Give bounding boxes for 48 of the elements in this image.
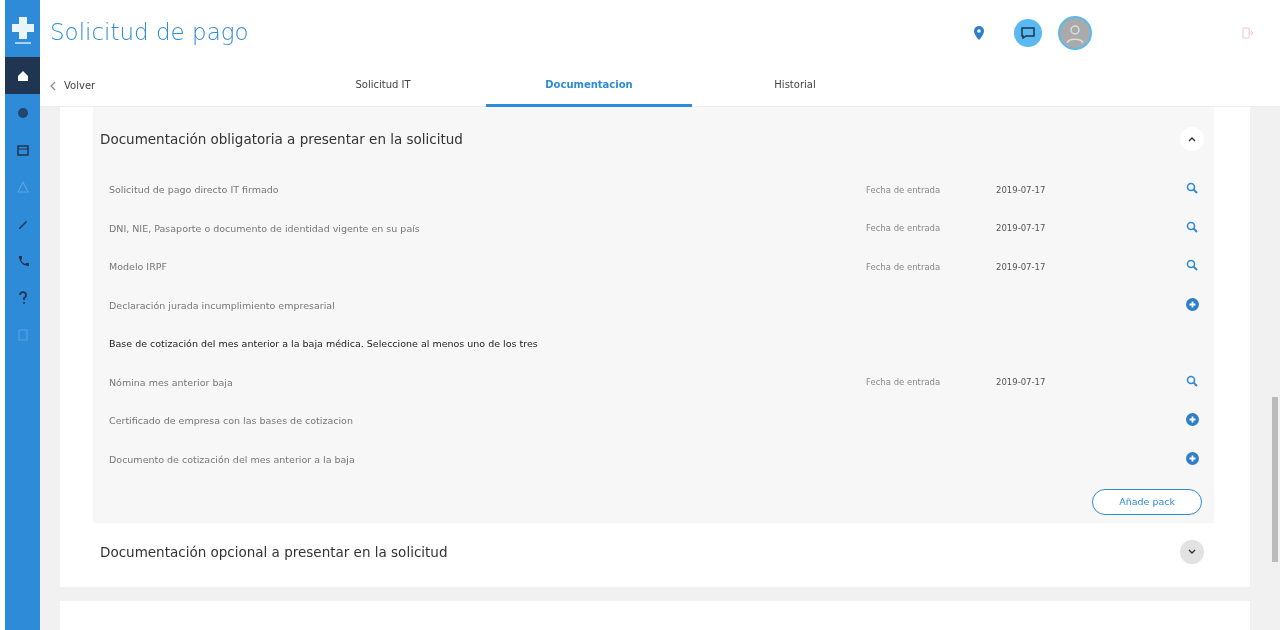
collapse-toggle[interactable] — [1180, 540, 1204, 565]
document-name: DNI, NIE, Pasaporte o documento de identidad vigente en su país — [109, 221, 421, 236]
plus-circle-icon — [1186, 451, 1199, 465]
chat-button[interactable] — [1014, 18, 1042, 47]
date-label: Fecha de entrada — [866, 183, 942, 197]
document-name: Modelo IRPF — [109, 260, 168, 275]
search-icon — [1186, 259, 1198, 272]
entry-date: 2019-07-17 — [996, 260, 1047, 274]
entry-date: 2019-07-17 — [996, 376, 1047, 390]
calendar-icon — [15, 142, 30, 157]
entry-date: 2019-07-17 — [996, 222, 1047, 236]
chat-icon — [1021, 26, 1035, 39]
back-link[interactable]: Volver — [50, 78, 280, 93]
door-icon — [15, 327, 30, 342]
chevron-up-icon — [1188, 136, 1196, 142]
cross-logo-icon — [11, 17, 34, 45]
date-label: Fecha de entrada — [866, 376, 942, 390]
page-title: Solicitud de pago — [50, 18, 250, 48]
home-icon — [15, 68, 30, 83]
add-button[interactable] — [1186, 297, 1202, 314]
document-name: Documento de cotización del mes anterior a la baja — [109, 452, 356, 467]
document-name: Declaración jurada incumplimiento empresarial — [109, 298, 336, 313]
document-name: Nómina mes anterior baja — [109, 375, 234, 390]
circle-icon — [15, 105, 30, 120]
search-icon — [1186, 374, 1198, 387]
plus-circle-icon — [1186, 413, 1199, 427]
add-button[interactable] — [1186, 451, 1202, 468]
entry-date: 2019-07-17 — [996, 183, 1047, 197]
tab[interactable]: Historial — [692, 64, 898, 107]
avatar-icon[interactable] — [1058, 15, 1092, 50]
location-pin-icon[interactable] — [974, 25, 984, 40]
tab[interactable]: Solicitud IT — [280, 64, 486, 107]
section-title: Documentación opcional a presentar en la solicitud — [100, 543, 448, 563]
date-label: Fecha de entrada — [866, 222, 942, 236]
search-icon — [1186, 220, 1198, 233]
chevron-left-icon — [50, 80, 56, 91]
add-pack-button[interactable]: Añade pack — [1092, 489, 1202, 516]
document-name: Solicitud de pago directo IT firmado — [109, 183, 280, 198]
group-heading: Base de cotización del mes anterior a la baja médica. Seleccione al menos uno de los tres — [109, 337, 539, 352]
plus-circle-icon — [1186, 297, 1199, 311]
collapse-toggle[interactable] — [1180, 127, 1204, 151]
search-icon — [1186, 182, 1198, 195]
date-label: Fecha de entrada — [866, 260, 942, 274]
triangle-icon — [15, 179, 30, 194]
chevron-down-icon — [1188, 549, 1196, 556]
document-name: Certificado de empresa con las bases de cotizacion — [109, 414, 354, 429]
section-title: Documentación obligatoria a presentar en la solicitud — [100, 129, 463, 149]
sidebar-item[interactable] — [5, 57, 40, 94]
